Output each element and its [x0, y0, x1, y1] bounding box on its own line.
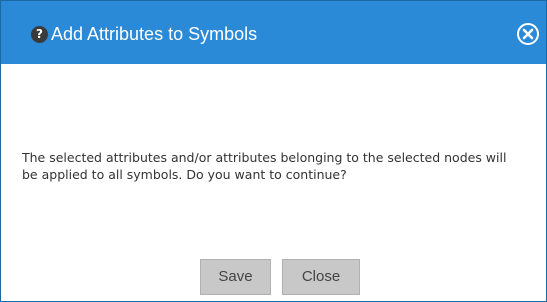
dialog-title: Add Attributes to Symbols: [51, 24, 258, 44]
save-button[interactable]: Save: [200, 259, 271, 295]
dialog-titlebar: ? Add Attributes to Symbols: [1, 1, 546, 64]
close-button[interactable]: Close: [282, 259, 360, 295]
close-x-glyph: [522, 28, 534, 40]
help-icon[interactable]: ?: [31, 26, 48, 43]
add-attributes-dialog: ? Add Attributes to Symbols The selected…: [0, 0, 547, 302]
close-icon[interactable]: [517, 23, 539, 45]
dialog-message: The selected attributes and/or attribute…: [22, 150, 507, 182]
